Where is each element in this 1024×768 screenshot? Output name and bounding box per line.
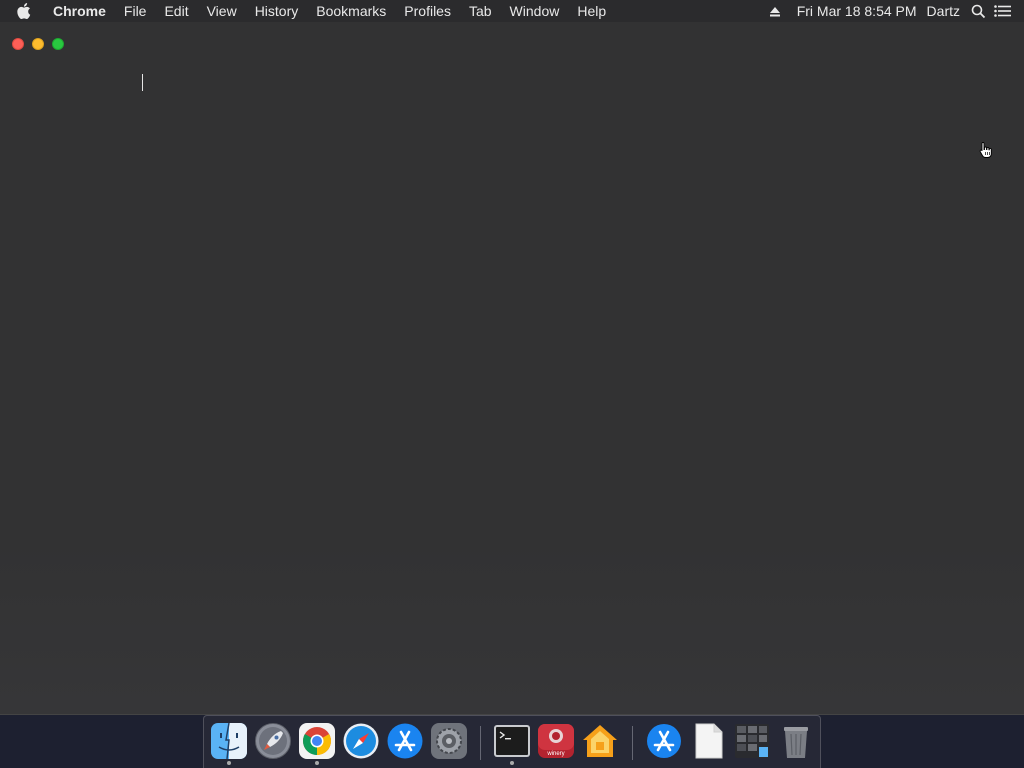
text-caret (142, 74, 143, 91)
menu-view[interactable]: View (198, 0, 246, 22)
eject-icon[interactable] (763, 0, 787, 22)
dock-trash[interactable] (777, 722, 815, 760)
document-icon (695, 723, 723, 759)
menu-help[interactable]: Help (568, 0, 615, 22)
menu-tab[interactable]: Tab (460, 0, 501, 22)
finder-icon (211, 722, 247, 760)
dock-app-store[interactable] (386, 722, 424, 760)
running-indicator (227, 761, 231, 765)
trash-icon (784, 727, 808, 758)
dock-safari[interactable] (342, 722, 380, 760)
dock-system-preferences[interactable] (430, 722, 468, 760)
dock-separator (480, 726, 481, 760)
dock-document[interactable] (689, 722, 727, 760)
spotlight-search-icon[interactable] (966, 0, 990, 22)
menu-edit[interactable]: Edit (155, 0, 197, 22)
menu-history[interactable]: History (246, 0, 308, 22)
dock-screenshots-folder[interactable] (733, 722, 771, 760)
running-indicator (315, 761, 319, 765)
menu-window[interactable]: Window (501, 0, 569, 22)
dock-home[interactable] (581, 722, 619, 760)
chrome-window (0, 22, 1024, 715)
terminal-icon (494, 725, 530, 757)
menu-app-name[interactable]: Chrome (47, 0, 115, 22)
dock-winery[interactable]: winery (537, 722, 575, 760)
winery-label: winery (547, 751, 565, 757)
apple-icon[interactable] (17, 0, 39, 22)
running-indicator (510, 761, 514, 765)
dock-separator (632, 726, 633, 760)
menu-user[interactable]: Dartz (923, 0, 966, 22)
dock-finder[interactable] (210, 722, 248, 765)
zoom-button[interactable] (52, 38, 64, 50)
home-icon (583, 725, 617, 757)
menu-clock[interactable]: Fri Mar 18 8:54 PM (787, 0, 923, 22)
menu-bar: Chrome File Edit View History Bookmarks … (0, 0, 1024, 22)
dock: winery (203, 715, 821, 768)
app-store-icon (387, 723, 423, 759)
dock-terminal[interactable] (493, 722, 531, 765)
folder-stack-icon (735, 724, 769, 758)
minimize-button[interactable] (32, 38, 44, 50)
window-controls (12, 38, 64, 50)
dock-app-store-folder[interactable] (645, 722, 683, 760)
launchpad-rocket-icon (255, 723, 291, 759)
safari-icon (343, 723, 379, 759)
notification-center-icon[interactable] (990, 0, 1014, 22)
hand-cursor-icon (979, 141, 993, 159)
menu-bookmarks[interactable]: Bookmarks (307, 0, 395, 22)
close-button[interactable] (12, 38, 24, 50)
dock-launchpad[interactable] (254, 722, 292, 760)
menu-file[interactable]: File (115, 0, 156, 22)
app-store-icon (647, 724, 681, 758)
gear-icon (431, 723, 467, 759)
chrome-icon (299, 723, 335, 759)
dock-chrome[interactable] (298, 722, 336, 765)
menu-profiles[interactable]: Profiles (395, 0, 460, 22)
